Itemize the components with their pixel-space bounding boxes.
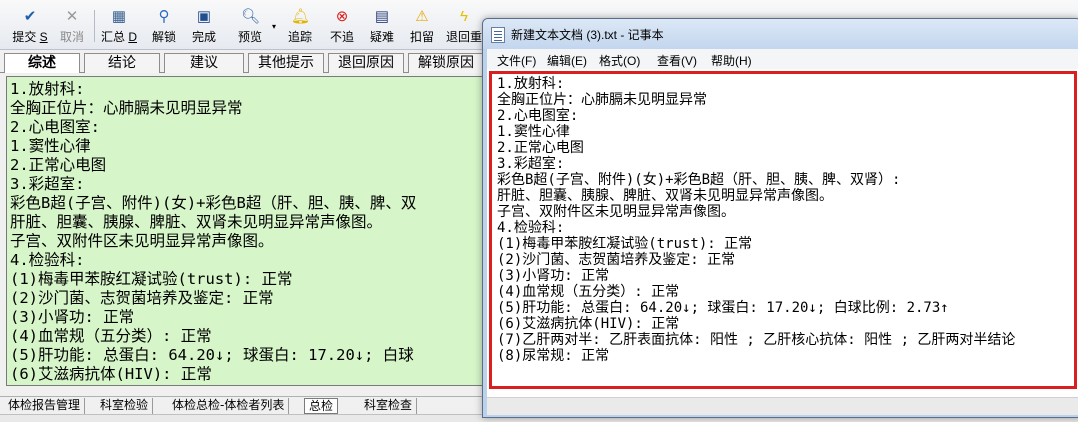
tab-return-reason[interactable]: 退回原因 bbox=[328, 53, 404, 73]
menu-help[interactable]: 帮助(H) bbox=[711, 52, 752, 69]
summary-line: (1)梅毒甲苯胺红凝试验(trust): 正常 bbox=[10, 270, 293, 288]
notepad-line: (6)艾滋病抗体(HIV): 正常 bbox=[497, 316, 680, 332]
notepad-window: 新建文本文档 (3).txt - 记事本 文件(F) 编辑(E) 格式(O) 查… bbox=[482, 18, 1078, 418]
tab-exam-report-management[interactable]: 体检报告管理 bbox=[4, 398, 86, 414]
notepad-line: 肝脏、胆囊、胰腺、脾脏、双肾未见明显异常声像图。 bbox=[497, 188, 833, 204]
submit-button[interactable]: ✔ 提交 S bbox=[6, 8, 54, 48]
notepad-line: 4.检验科: bbox=[497, 220, 565, 236]
summary-line: (3)小肾功: 正常 bbox=[10, 308, 135, 326]
summary-line: 1.放射科: bbox=[10, 80, 85, 98]
horizontal-scrollbar[interactable] bbox=[487, 397, 1078, 415]
return-button[interactable]: ϟ 退回重 bbox=[444, 8, 484, 48]
notepad-editor[interactable]: 1.放射科: 全胸正位片：心肺膈未见明显异常 2.心电图室: 1.窦性心律 2.… bbox=[487, 69, 1078, 415]
notepad-line: 彩色B超(子宫、附件)(女)+彩色B超（肝、胆、胰、脾、双肾）: bbox=[497, 172, 901, 188]
summary-line: (6)艾滋病抗体(HIV): 正常 bbox=[10, 365, 212, 383]
summary-line: 彩色B超(子宫、附件)(女)+彩色B超（肝、胆、胰、脾、双 bbox=[10, 194, 417, 212]
notepad-line: 2.正常心电图 bbox=[497, 140, 584, 156]
summary-line: 2.心电图室: bbox=[10, 118, 100, 136]
summary-line: 子宫、双附件区未见明显异常声像图。 bbox=[10, 232, 274, 250]
track-label: 追踪 bbox=[287, 30, 312, 44]
summary-line: 4.检验科: bbox=[10, 251, 85, 269]
summarize-shortcut: D bbox=[128, 30, 138, 44]
notepad-line: (3)小肾功: 正常 bbox=[497, 268, 610, 284]
menu-format[interactable]: 格式(O) bbox=[599, 52, 640, 69]
toolbar-separator bbox=[94, 10, 95, 42]
check-icon: ✔ bbox=[23, 8, 37, 25]
summary-line: (2)沙门菌、志贺菌培养及鉴定: 正常 bbox=[10, 289, 274, 307]
return-label: 退回重 bbox=[445, 30, 482, 44]
summarize-button[interactable]: ▦ 汇总 D bbox=[96, 8, 142, 48]
hold-button[interactable]: ⚠ 扣留 bbox=[404, 8, 440, 48]
notepad-line: 1.放射科: bbox=[497, 76, 565, 92]
summary-line: 2.正常心电图 bbox=[10, 156, 107, 174]
notepad-title: 新建文本文档 (3).txt - 记事本 bbox=[511, 28, 664, 42]
menu-edit[interactable]: 编辑(E) bbox=[547, 52, 587, 69]
notepad-line: 1.窦性心律 bbox=[497, 124, 570, 140]
menu-file[interactable]: 文件(F) bbox=[497, 52, 536, 69]
cancel-label: 取消 bbox=[59, 30, 84, 44]
preview-button[interactable]: 🔍︎ 预览 ▾ bbox=[228, 8, 276, 48]
summary-line: 1.窦性心律 bbox=[10, 137, 91, 155]
tab-unlock-reason[interactable]: 解锁原因 bbox=[408, 53, 484, 73]
tab-other-hints[interactable]: 其他提示 bbox=[248, 53, 324, 73]
tab-overview[interactable]: 综述 bbox=[4, 53, 80, 73]
difficult-label: 疑难 bbox=[369, 30, 394, 44]
notepad-line: (2)沙门菌、志贺菌培养及鉴定: 正常 bbox=[497, 252, 736, 268]
notepad-line: 3.彩超室: bbox=[497, 156, 565, 172]
notepad-icon bbox=[491, 27, 505, 43]
notepad-line: (7)乙肝两对半: 乙肝表面抗体: 阳性 ; 乙肝核心抗体: 阳性 ; 乙肝两对… bbox=[497, 332, 1016, 348]
tab-advice[interactable]: 建议 bbox=[164, 53, 244, 73]
complete-label: 完成 bbox=[191, 30, 216, 44]
x-icon: ✕ bbox=[65, 8, 79, 25]
summary-line: 全胸正位片：心肺膈未见明显异常 bbox=[10, 99, 243, 117]
pin-icon: ⚲ bbox=[158, 8, 170, 25]
tab-dept-exam[interactable]: 科室检查 bbox=[360, 398, 418, 414]
summary-line: 3.彩超室: bbox=[10, 175, 85, 193]
menu-view[interactable]: 查看(V) bbox=[657, 52, 697, 69]
submit-label: 提交 bbox=[12, 30, 37, 44]
summary-text-area[interactable]: 1.放射科: 全胸正位片：心肺膈未见明显异常 2.心电图室: 1.窦性心律 2.… bbox=[6, 76, 492, 386]
stop-icon: ⊗ bbox=[335, 8, 349, 25]
notepad-line: (1)梅毒甲苯胺红凝试验(trust): 正常 bbox=[497, 236, 753, 252]
unlock-button[interactable]: ⚲ 解锁 bbox=[146, 8, 182, 48]
submit-shortcut: S bbox=[39, 30, 48, 44]
track-button[interactable]: 🔔︎ 追踪 bbox=[282, 8, 318, 48]
notepad-titlebar[interactable]: 新建文本文档 (3).txt - 记事本 bbox=[483, 19, 1078, 49]
bell-icon: 🔔︎ bbox=[291, 8, 311, 25]
lightning-icon: ϟ bbox=[460, 8, 468, 25]
preview-icon: 🔍︎ bbox=[241, 8, 261, 25]
highlighted-text-region: 1.放射科: 全胸正位片：心肺膈未见明显异常 2.心电图室: 1.窦性心律 2.… bbox=[489, 71, 1077, 389]
tab-conclusion[interactable]: 结论 bbox=[84, 53, 160, 73]
tab-exam-list[interactable]: 体检总检-体检者列表 bbox=[168, 398, 290, 414]
notepad-line: (4)血常规（五分类）: 正常 bbox=[497, 284, 680, 300]
book-icon: ▤ bbox=[374, 8, 390, 25]
notepad-line: (8)尿常规: 正常 bbox=[497, 348, 610, 364]
chevron-down-icon[interactable]: ▾ bbox=[272, 22, 276, 31]
complete-button[interactable]: ▣ 完成 bbox=[186, 8, 222, 48]
summary-line: (4)血常规（五分类）: 正常 bbox=[10, 327, 212, 345]
summarize-label: 汇总 bbox=[100, 30, 125, 44]
tab-final-review[interactable]: 总检 bbox=[304, 398, 339, 414]
tab-dept-lab[interactable]: 科室检验 bbox=[96, 398, 154, 414]
save-icon: ▣ bbox=[196, 8, 212, 25]
summary-line: (5)肝功能: 总蛋白: 64.20↓; 球蛋白: 17.20↓; 白球 bbox=[10, 346, 414, 364]
difficult-button[interactable]: ▤ 疑难 bbox=[364, 8, 400, 48]
summary-tabs: 综述 结论 建议 其他提示 退回原因 解锁原因 bbox=[0, 52, 484, 73]
summary-line: 肝脏、胆囊、胰腺、脾脏、双肾未见明显异常声像图。 bbox=[10, 213, 383, 231]
untrack-label: 不追 bbox=[329, 30, 354, 44]
warning-icon: ⚠ bbox=[415, 8, 429, 25]
preview-label: 预览 bbox=[237, 30, 262, 44]
calculator-icon: ▦ bbox=[111, 8, 127, 25]
notepad-line: (5)肝功能: 总蛋白: 64.20↓; 球蛋白: 17.20↓; 白球比例: … bbox=[497, 300, 949, 316]
notepad-line: 全胸正位片：心肺膈未见明显异常 bbox=[497, 92, 707, 108]
notepad-menubar: 文件(F) 编辑(E) 格式(O) 查看(V) 帮助(H) bbox=[487, 49, 1078, 69]
untrack-button[interactable]: ⊗ 不追 bbox=[324, 8, 360, 48]
notepad-line: 2.心电图室: bbox=[497, 108, 579, 124]
unlock-label: 解锁 bbox=[151, 30, 176, 44]
cancel-button[interactable]: ✕ 取消 bbox=[52, 8, 92, 48]
hold-label: 扣留 bbox=[409, 30, 434, 44]
notepad-line: 子宫、双附件区未见明显异常声像图。 bbox=[497, 204, 735, 220]
